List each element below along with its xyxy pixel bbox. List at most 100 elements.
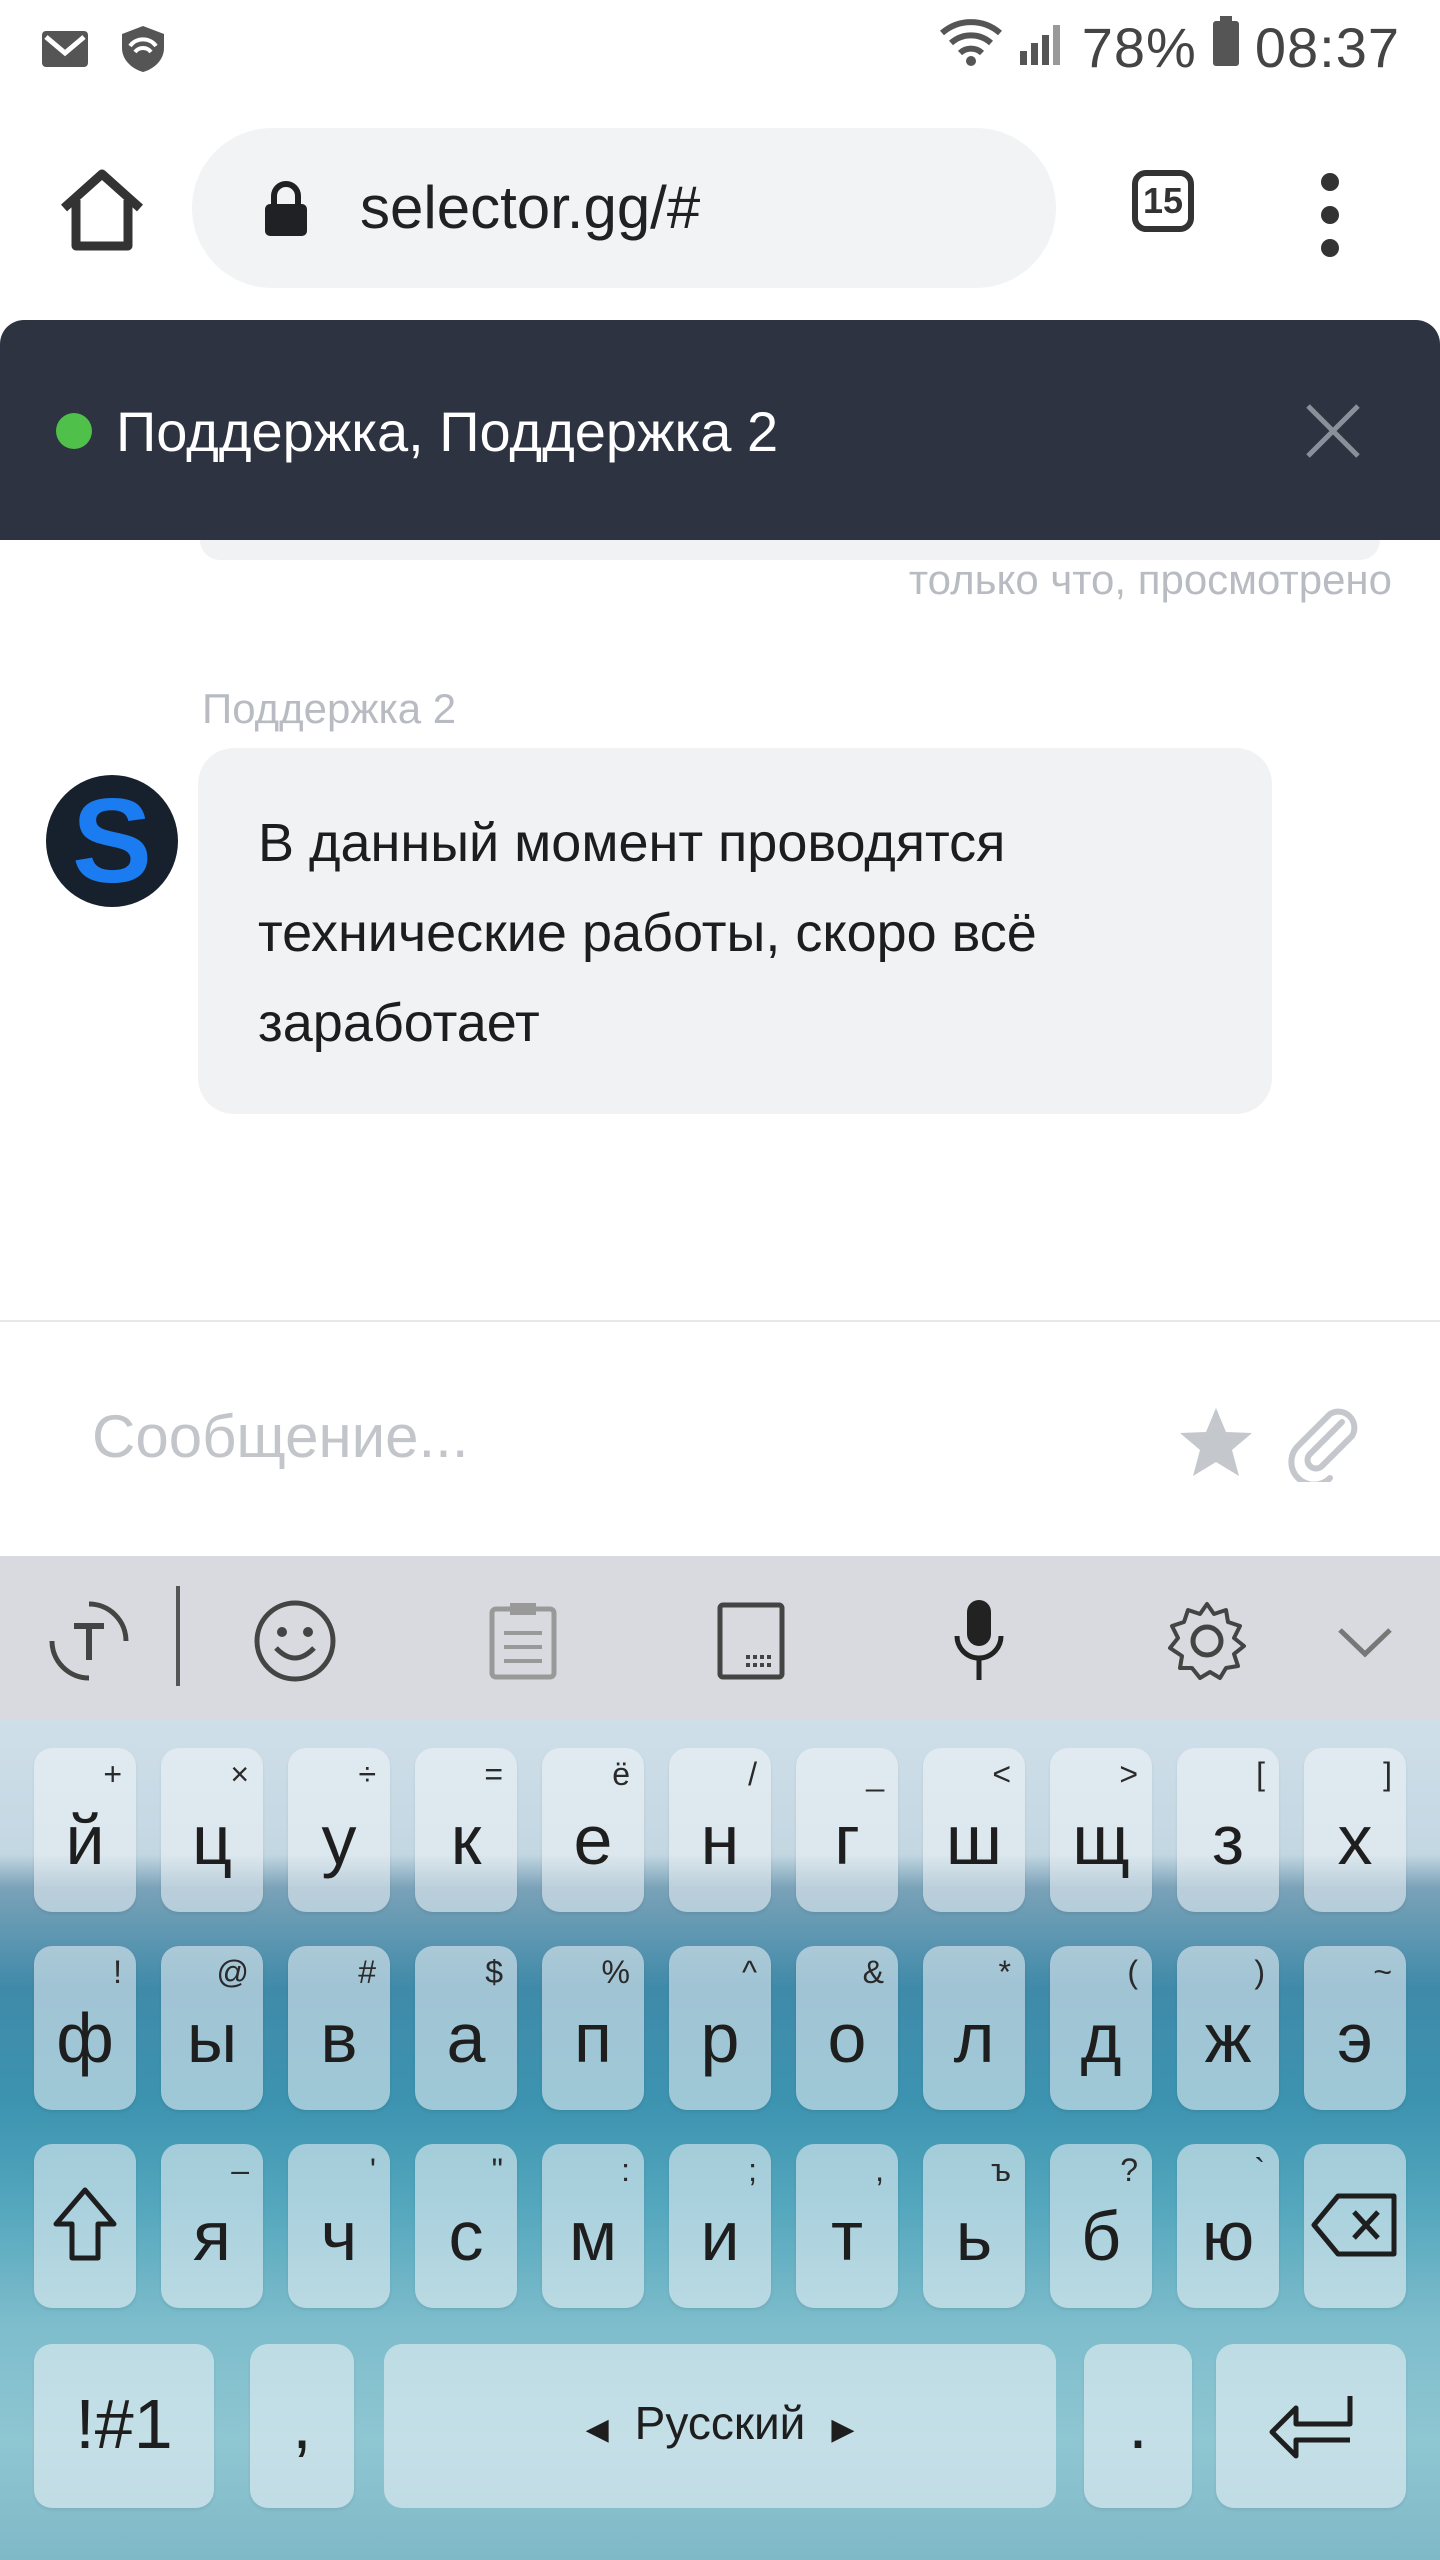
key-label: ч — [320, 2197, 358, 2275]
hide-keyboard-button[interactable] — [1310, 1596, 1420, 1686]
signal-icon — [1018, 15, 1068, 80]
one-hand-keyboard-icon — [717, 1602, 785, 1680]
close-chat-button[interactable] — [1300, 398, 1366, 469]
key-д[interactable]: (д — [1050, 1946, 1152, 2110]
key-label: ж — [1204, 1999, 1252, 2077]
symbols-key[interactable]: !#1 — [34, 2344, 214, 2508]
backspace-key[interactable] — [1304, 2144, 1406, 2308]
period-key-label: . — [1128, 2385, 1148, 2463]
key-label: е — [573, 1801, 613, 1879]
emoji-button[interactable] — [240, 1596, 350, 1686]
key-label: в — [320, 1999, 358, 2077]
key-в[interactable]: # в — [288, 1946, 390, 2110]
key-label: г — [834, 1801, 860, 1879]
key-secondary-label: + — [103, 1756, 122, 1792]
space-key[interactable]: ◀ Русский ▶ — [384, 2344, 1056, 2508]
key-о[interactable]: & о — [796, 1946, 898, 2110]
key-label: м — [568, 2197, 618, 2275]
key-label: л — [953, 1999, 995, 2077]
comma-key[interactable]: , — [250, 2344, 354, 2508]
key-secondary-label: ÷ — [358, 1756, 376, 1792]
key-з[interactable]: [з — [1177, 1748, 1279, 1912]
key-secondary-label: [ — [1256, 1756, 1265, 1792]
message-text: В данный момент проводятся технические р… — [258, 813, 1037, 1053]
key-secondary-label: , — [875, 2152, 884, 2188]
key-secondary-label: × — [230, 1756, 249, 1792]
key-б[interactable]: ? б — [1050, 2144, 1152, 2308]
keyboard-settings-button[interactable] — [1152, 1596, 1262, 1686]
key-label: н — [700, 1801, 740, 1879]
key-х[interactable]: ] х — [1304, 1748, 1406, 1912]
key-label: ш — [945, 1801, 1003, 1879]
key-secondary-label: * — [998, 1954, 1011, 1990]
key-label: у — [321, 1801, 357, 1879]
shift-key[interactable] — [34, 2144, 136, 2308]
clipboard-icon — [489, 1603, 557, 1680]
key-я[interactable]: – я — [161, 2144, 263, 2308]
clock: 08:37 — [1254, 16, 1400, 79]
language-label: Русский — [634, 2397, 806, 2449]
clipboard-button[interactable] — [468, 1596, 578, 1686]
key-label: э — [1337, 1999, 1373, 2077]
key-м[interactable]: :м — [542, 2144, 644, 2308]
key-э[interactable]: ~ э — [1304, 1946, 1406, 2110]
key-label: ц — [191, 1801, 233, 1879]
key-с[interactable]: " с — [415, 2144, 517, 2308]
key-label: р — [700, 1999, 740, 2077]
message-input[interactable]: Сообщение... — [92, 1402, 469, 1471]
key-ш[interactable]: < ш — [923, 1748, 1025, 1912]
key-ю[interactable]: ` ю — [1177, 2144, 1279, 2308]
key-н[interactable]: / н — [669, 1748, 771, 1912]
attach-button[interactable] — [1284, 1402, 1364, 1488]
key-й[interactable]: + й — [34, 1748, 136, 1912]
key-secondary-label: % — [601, 1954, 630, 1990]
home-button[interactable] — [52, 160, 152, 260]
online-status-dot — [56, 413, 92, 449]
key-л[interactable]: * л — [923, 1946, 1025, 2110]
key-label: х — [1337, 1801, 1373, 1879]
key-secondary-label: # — [358, 1954, 376, 1990]
period-key[interactable]: . — [1084, 2344, 1192, 2508]
key-label: ы — [186, 1999, 238, 2077]
voice-input-button[interactable] — [924, 1596, 1034, 1686]
key-п[interactable]: % п — [542, 1946, 644, 2110]
key-е[interactable]: ёе — [542, 1748, 644, 1912]
message-read-status: только что, просмотрено — [908, 556, 1392, 603]
enter-icon — [1269, 2396, 1353, 2459]
keyboard-mode-button[interactable] — [696, 1596, 806, 1686]
key-г[interactable]: _ г — [796, 1748, 898, 1912]
shift-icon — [53, 2187, 117, 2261]
key-ц[interactable]: × ц — [161, 1748, 263, 1912]
tab-switcher-button[interactable]: 15 — [1132, 170, 1194, 232]
toolbar-divider — [176, 1586, 180, 1686]
key-щ[interactable]: > щ — [1050, 1748, 1152, 1912]
key-ы[interactable]: @ ы — [161, 1946, 263, 2110]
key-ь[interactable]: ъь — [923, 2144, 1025, 2308]
enter-key[interactable] — [1216, 2344, 1406, 2508]
more-vert-icon — [1321, 173, 1339, 257]
key-ч[interactable]: ' ч — [288, 2144, 390, 2308]
key-label: д — [1080, 1999, 1122, 2077]
key-label: к — [450, 1801, 482, 1879]
key-к[interactable]: = к — [415, 1748, 517, 1912]
arrow-left-icon: ◀ — [585, 2413, 609, 2446]
key-label: ю — [1201, 2197, 1255, 2275]
translate-button[interactable] — [34, 1596, 144, 1686]
symbols-key-label: !#1 — [75, 2385, 173, 2463]
key-ф[interactable]: ! ф — [34, 1946, 136, 2110]
key-label: а — [446, 1999, 486, 2077]
browser-menu-button[interactable] — [1300, 170, 1360, 260]
gmail-icon — [40, 29, 90, 74]
key-а[interactable]: $ а — [415, 1946, 517, 2110]
key-ж[interactable]: ) ж — [1177, 1946, 1279, 2110]
sticker-button[interactable] — [1176, 1402, 1256, 1487]
key-и[interactable]: ; и — [669, 2144, 771, 2308]
key-label: ф — [56, 1999, 114, 2077]
comma-key-label: , — [292, 2385, 312, 2463]
key-secondary-label: : — [621, 2152, 630, 2188]
key-р[interactable]: ^ р — [669, 1946, 771, 2110]
key-secondary-label: ё — [612, 1756, 630, 1792]
key-у[interactable]: ÷ у — [288, 1748, 390, 1912]
address-bar[interactable]: selector.gg/# — [192, 128, 1056, 288]
key-т[interactable]: ,т — [796, 2144, 898, 2308]
